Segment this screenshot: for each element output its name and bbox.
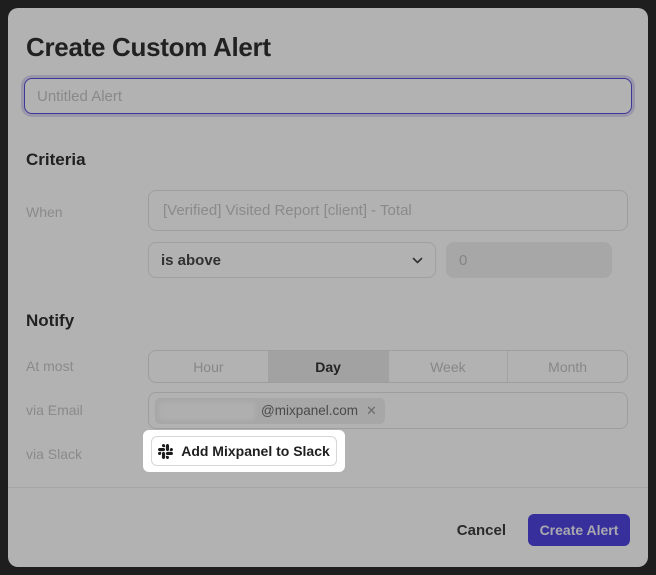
dim-overlay <box>0 0 656 575</box>
slack-spotlight: Add Mixpanel to Slack <box>143 430 345 472</box>
add-mixpanel-to-slack-button[interactable]: Add Mixpanel to Slack <box>151 436 337 466</box>
slack-button-label: Add Mixpanel to Slack <box>181 443 330 459</box>
slack-logo-icon <box>158 444 173 459</box>
